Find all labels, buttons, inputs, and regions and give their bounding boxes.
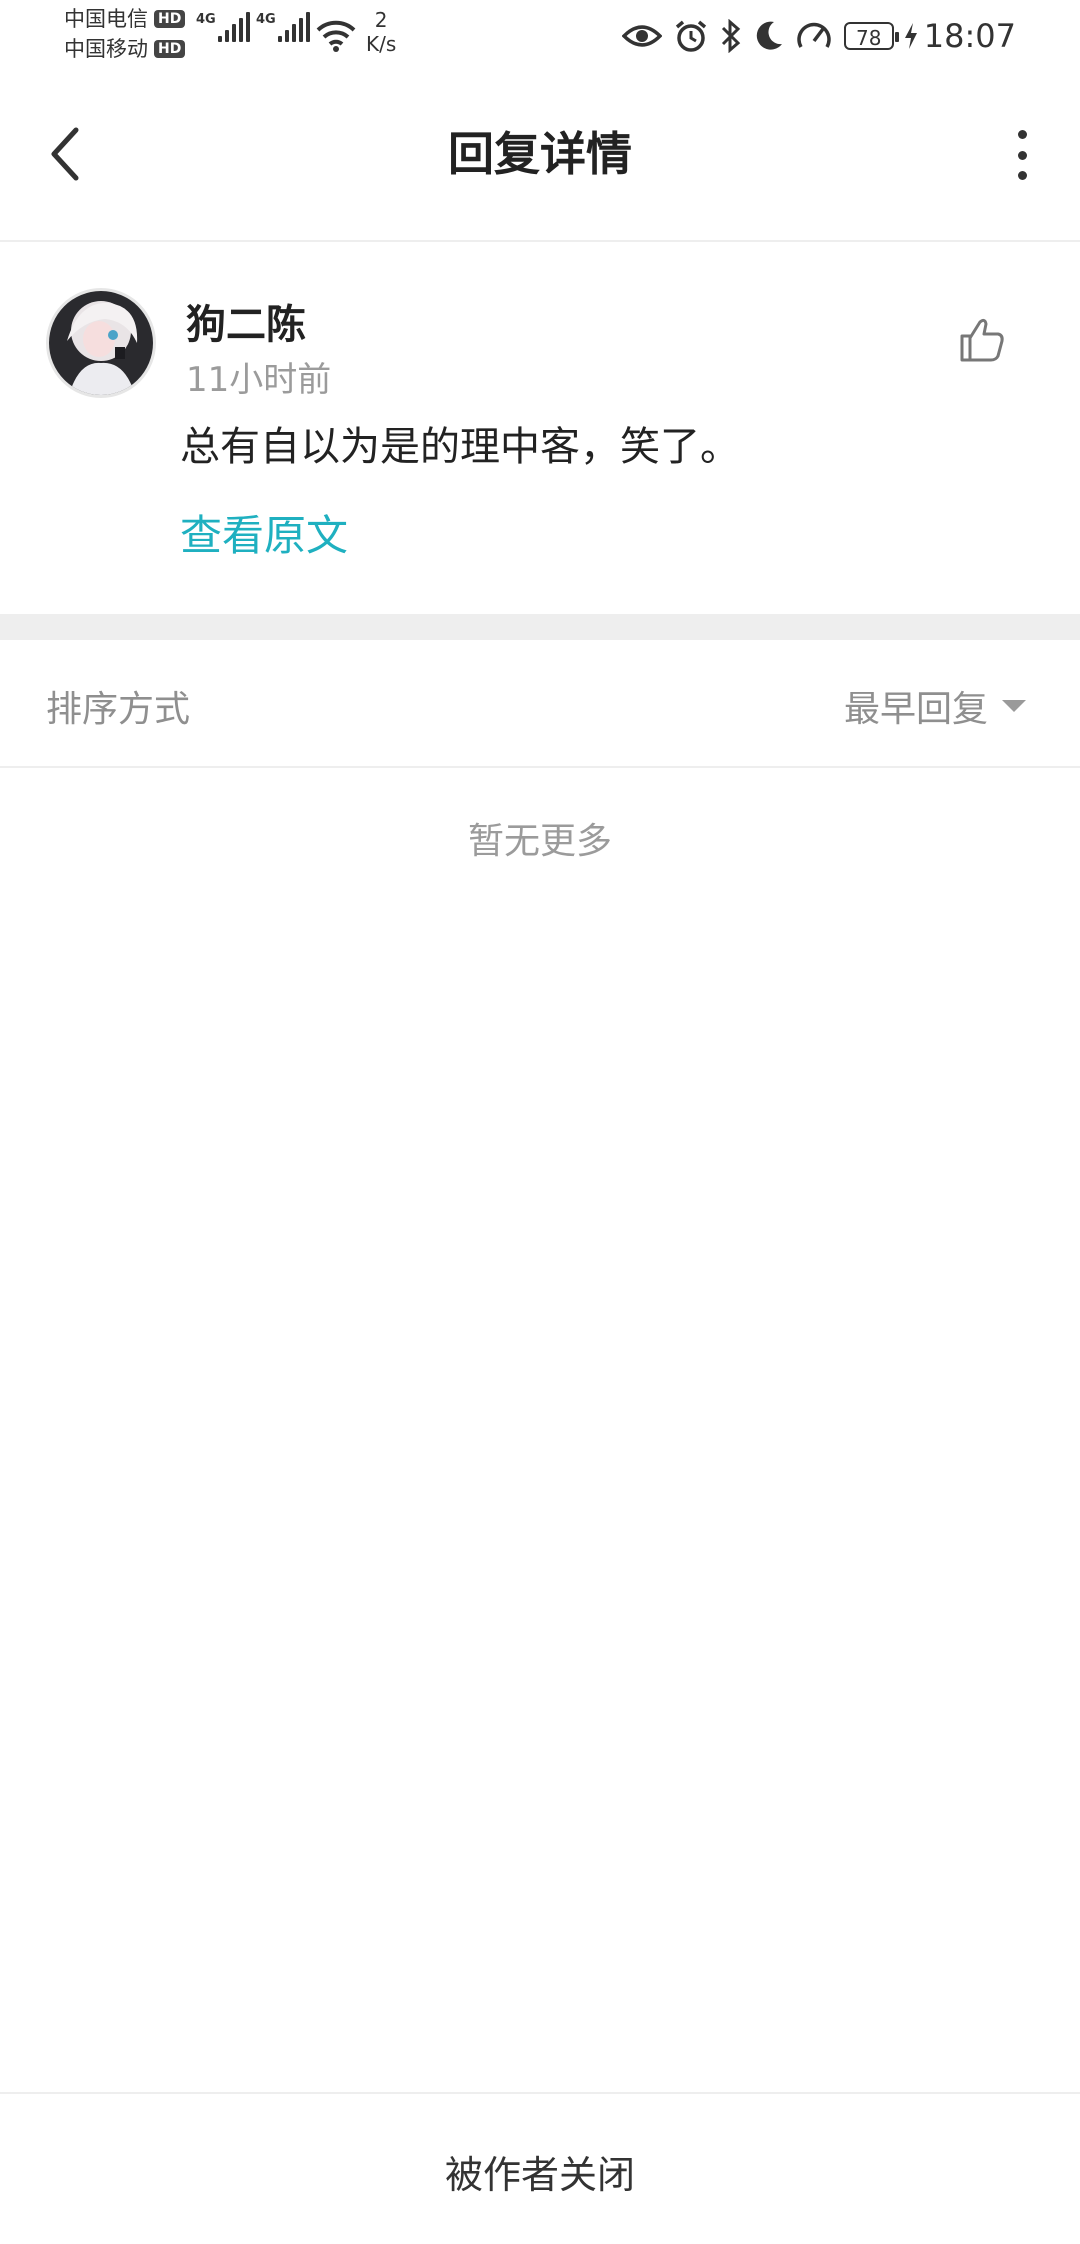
speedometer-icon <box>796 19 832 53</box>
hd-badge: HD <box>154 10 186 28</box>
dot-icon <box>1017 130 1027 139</box>
like-button[interactable] <box>956 314 1008 366</box>
sort-row: 排序方式 最早回复 <box>0 640 1080 768</box>
dot-icon <box>1017 171 1027 180</box>
bluetooth-icon <box>720 19 742 53</box>
timestamp: 11小时前 <box>186 360 332 400</box>
network-speed: 2 K/s <box>366 8 397 56</box>
clock: 18:07 <box>923 17 1016 55</box>
page-title: 回复详情 <box>448 127 632 181</box>
view-original-link[interactable]: 查看原文 <box>180 502 348 563</box>
comment-text: 总有自以为是的理中客，笑了。 <box>180 424 740 470</box>
more-options-button[interactable] <box>1010 130 1034 180</box>
signal-icon: 4G <box>196 12 253 42</box>
sort-label: 排序方式 <box>46 689 191 730</box>
charging-icon <box>904 22 918 50</box>
alarm-icon <box>674 19 708 53</box>
carrier-info: 中国电信 HD 中国移动 HD <box>64 4 186 64</box>
signal-icon: 4G <box>256 12 313 42</box>
username[interactable]: 狗二陈 <box>186 292 306 350</box>
carrier-1: 中国电信 <box>64 7 148 31</box>
sort-dropdown[interactable]: 最早回复 <box>844 680 1026 732</box>
section-divider <box>0 614 1080 640</box>
status-bar: 中国电信 HD 中国移动 HD 4G 4G 2 K/s 78 18:07 <box>0 0 1080 72</box>
moon-icon <box>754 20 784 52</box>
comment-card: 狗二陈 11小时前 总有自以为是的理中客，笑了。 查看原文 <box>0 242 1080 614</box>
wifi-icon <box>316 18 356 56</box>
footer-divider <box>0 2092 1080 2094</box>
eye-icon <box>621 22 662 50</box>
avatar[interactable] <box>46 288 156 398</box>
battery-icon: 78 <box>843 22 899 50</box>
carrier-2: 中国移动 <box>64 37 148 61</box>
hd-badge: HD <box>154 40 186 58</box>
reply-closed-status: 被作者关闭 <box>444 2153 635 2197</box>
caret-down-icon <box>1002 700 1026 712</box>
sort-value: 最早回复 <box>843 689 988 730</box>
thumbs-up-icon <box>960 318 1004 362</box>
app-header: 回复详情 <box>0 72 1080 240</box>
empty-state-text: 暂无更多 <box>467 821 612 862</box>
dot-icon <box>1017 150 1027 160</box>
